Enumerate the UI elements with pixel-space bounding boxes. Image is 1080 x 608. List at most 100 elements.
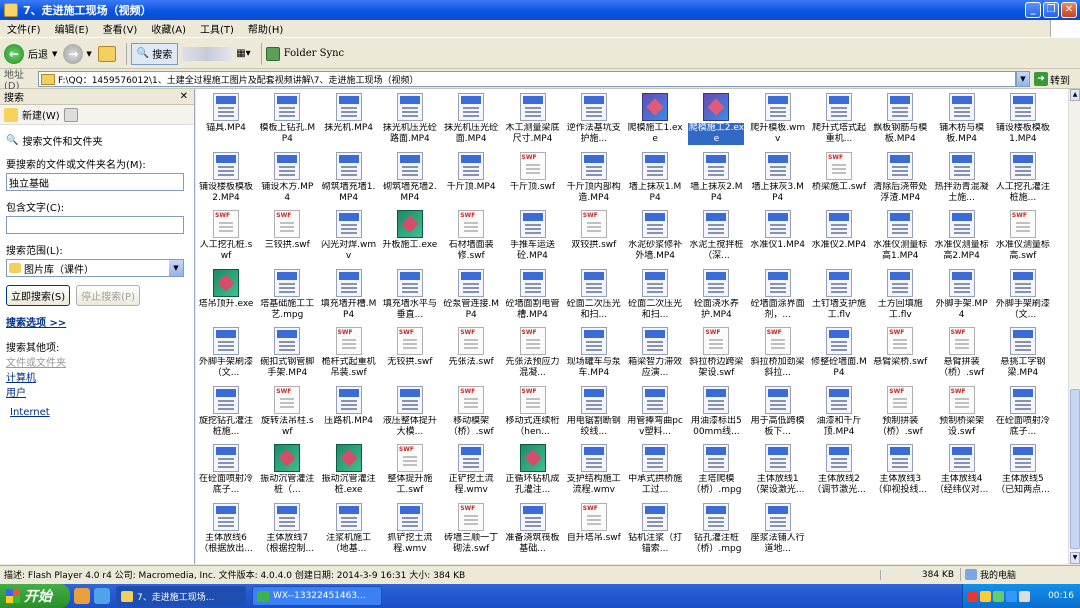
file-item[interactable]: 先张法预应力混凝... <box>505 325 561 383</box>
file-item[interactable]: 抹光机压光砼面.MP4 <box>443 91 499 149</box>
volume-icon[interactable] <box>1019 590 1030 602</box>
file-item[interactable]: 铺木枋与模板.MP4 <box>934 91 990 149</box>
file-item[interactable]: 砼泵管连接.MP4 <box>443 267 499 325</box>
file-item[interactable]: 外脚手架刷漆（文... <box>198 325 254 383</box>
file-item[interactable]: 桅杆式起重机吊装.swf <box>321 325 377 383</box>
file-item[interactable]: 修整砼墙面.MP4 <box>811 325 867 383</box>
file-item[interactable]: 清除后浇带处浮渣.MP4 <box>872 150 928 208</box>
file-item[interactable]: 锚具.MP4 <box>198 91 254 149</box>
file-item[interactable]: 石材墙面装修.swf <box>443 208 499 266</box>
file-item[interactable]: 墙上抹灰2.MP4 <box>688 150 744 208</box>
file-item[interactable]: 主体放线6（根据放出... <box>198 501 254 559</box>
file-item[interactable]: 抓铲挖土流程.wmv <box>382 501 438 559</box>
other-computer-link[interactable]: 计算机 <box>6 369 188 384</box>
tray-icon[interactable] <box>993 590 1004 602</box>
file-item[interactable]: 升板施工.exe <box>382 208 438 266</box>
file-item[interactable]: 中承式拱桥施工过... <box>627 442 683 500</box>
stop-search-button[interactable]: 停止搜索(P) <box>76 285 140 306</box>
file-item[interactable]: 爬模施工1.exe <box>627 91 683 149</box>
quicklaunch-icon[interactable] <box>94 588 110 604</box>
file-item[interactable]: 无铰拱.swf <box>382 325 438 383</box>
file-item[interactable]: 铺设楼板模板2.MP4 <box>198 150 254 208</box>
start-button[interactable]: 开始 <box>0 584 70 608</box>
chevron-down-icon[interactable]: ▼ <box>86 50 91 58</box>
file-item[interactable]: 砼墙面割电管槽.MP4 <box>505 267 561 325</box>
file-item[interactable]: 悬挑工字钢梁.MP4 <box>995 325 1051 383</box>
chevron-down-icon[interactable]: ▼ <box>169 260 183 276</box>
address-input[interactable]: F:\QQ：1459576012\1、土建全过程施工图片及配套视频讲解\7、走进… <box>38 71 1016 87</box>
taskbar-task-wx[interactable]: WX--13322451463... <box>252 586 382 606</box>
file-item[interactable]: 外脚手架.MP4 <box>934 267 990 325</box>
file-item[interactable]: 填充墙水平与垂直... <box>382 267 438 325</box>
file-item[interactable]: 正循环钻机成孔灌注... <box>505 442 561 500</box>
file-item[interactable]: 砌筑墙充墙2.MP4 <box>382 150 438 208</box>
scope-select[interactable]: 图片库（课件） ▼ <box>6 259 184 277</box>
file-item[interactable]: 压路机.MP4 <box>321 384 377 442</box>
file-item[interactable]: 座浆法铺人行道地... <box>750 501 806 559</box>
search-options-link[interactable]: 搜索选项 >> <box>6 314 188 329</box>
up-folder-button[interactable] <box>97 42 116 66</box>
file-item[interactable]: 木工测量梁底尺寸.MP4 <box>505 91 561 149</box>
file-item[interactable]: 支护结构施工流程.wmv <box>566 442 622 500</box>
file-item[interactable]: 注浆机施工（地基... <box>321 501 377 559</box>
file-item[interactable]: 主体放线3（仰视投线... <box>872 442 928 500</box>
file-item[interactable]: 用于高低跨模板下... <box>750 384 806 442</box>
file-item[interactable]: 填充墙开槽.MP4 <box>321 267 377 325</box>
file-item[interactable]: 外脚手架刷漆（文... <box>995 267 1051 325</box>
file-item[interactable]: 主塔爬模（桥）.mpg <box>688 442 744 500</box>
scroll-down-icon[interactable]: ▼ <box>1070 552 1080 564</box>
file-item[interactable]: 砖墙三顺一丁砌法.swf <box>443 501 499 559</box>
file-item[interactable]: 水准仪测量标高2.MP4 <box>934 208 990 266</box>
file-item[interactable]: 整体提升施工.swf <box>382 442 438 500</box>
file-item[interactable]: 模板上钻孔.MP4 <box>259 91 315 149</box>
views-button[interactable]: ▦▾ <box>236 42 250 66</box>
file-item[interactable]: 水泥土搅拌桩（深... <box>688 208 744 266</box>
file-item[interactable]: 飘板钢筋与模板.MP4 <box>872 91 928 149</box>
file-item[interactable]: 墙上抹灰3.MP4 <box>750 150 806 208</box>
other-files-folders-link[interactable]: 文件或文件夹 <box>6 354 188 369</box>
file-item[interactable]: 铺设楼板模板1.MP4 <box>995 91 1051 149</box>
file-item[interactable]: 正铲挖土流程.wmv <box>443 442 499 500</box>
file-item[interactable]: 钻机注浆（打锚索... <box>627 501 683 559</box>
file-item[interactable]: 千斤顶.swf <box>505 150 561 208</box>
file-item[interactable]: 悬臂梁桥.swf <box>872 325 928 383</box>
file-item[interactable]: 塔基础施工工艺.mpg <box>259 267 315 325</box>
file-item[interactable]: 千斤顶内部构造.MP4 <box>566 150 622 208</box>
file-item[interactable]: 油漆和千斤顶.MP4 <box>811 384 867 442</box>
vertical-scrollbar[interactable]: ▲ ▼ <box>1068 89 1080 564</box>
file-item[interactable]: 自升塔吊.swf <box>566 501 622 559</box>
file-item[interactable]: 铺设木方.MP4 <box>259 150 315 208</box>
file-item[interactable]: 准备浇筑筏板基础... <box>505 501 561 559</box>
name-input[interactable]: 独立基础 <box>6 173 184 191</box>
file-item[interactable]: 旋转法吊柱.swf <box>259 384 315 442</box>
search-button[interactable]: 🔍 搜索 <box>130 42 179 65</box>
file-item[interactable]: 碗扣式钢管脚手架.MP4 <box>259 325 315 383</box>
scroll-up-icon[interactable]: ▲ <box>1070 89 1080 101</box>
maximize-button[interactable]: ❐ <box>1043 2 1059 18</box>
file-item[interactable]: 主体放线1（架设激光... <box>750 442 806 500</box>
scroll-thumb[interactable] <box>1070 389 1080 549</box>
file-item[interactable]: 主体放线4（经纬仪对... <box>934 442 990 500</box>
file-item[interactable]: 双铰拱.swf <box>566 208 622 266</box>
quicklaunch-icon[interactable] <box>74 588 90 604</box>
file-item[interactable]: 人工挖孔桩.swf <box>198 208 254 266</box>
file-item[interactable]: 斜拉桥边跨梁架设.swf <box>688 325 744 383</box>
file-item[interactable]: 爬模施工2.exe <box>688 91 745 149</box>
file-item[interactable]: 现场罐车与泵车.MP4 <box>566 325 622 383</box>
go-button[interactable]: ➜ 转到 <box>1030 72 1080 87</box>
other-users-link[interactable]: 用户 <box>6 384 188 399</box>
file-item[interactable]: 移动模架（桥）.swf <box>443 384 499 442</box>
tray-icon[interactable] <box>1006 590 1017 602</box>
file-item[interactable]: 水准仪测量标高1.MP4 <box>872 208 928 266</box>
file-item[interactable]: 悬臂拼装（桥）.swf <box>934 325 990 383</box>
close-button[interactable]: ✕ <box>1061 2 1077 18</box>
file-item[interactable]: 闪光对焊.wmv <box>321 208 377 266</box>
file-item[interactable]: 斜拉桥加劲梁斜拉... <box>750 325 806 383</box>
file-item[interactable]: 预制拼装（桥）.swf <box>872 384 928 442</box>
file-item[interactable]: 抹光机压光砼路面.MP4 <box>382 91 438 149</box>
forward-button[interactable]: → ▼ <box>63 42 92 66</box>
file-item[interactable]: 水准仪1.MP4 <box>750 208 806 266</box>
back-button[interactable]: ← 后退 ▼ <box>4 42 57 66</box>
file-item[interactable]: 在砼面喷射冷底子... <box>995 384 1051 442</box>
file-item[interactable]: 爬升式塔式起重机... <box>811 91 867 149</box>
